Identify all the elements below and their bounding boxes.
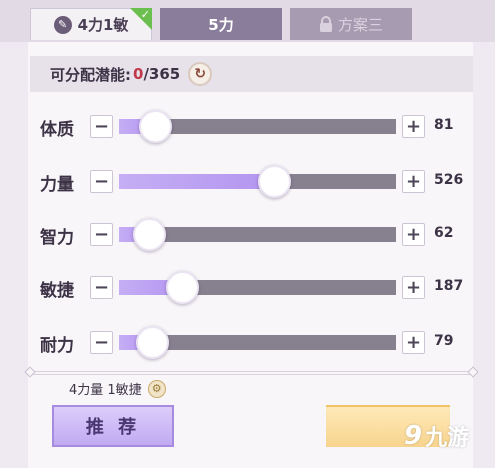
slider-handle[interactable] [166, 271, 200, 304]
stat-row-endurance: 耐力 − + 79 [0, 322, 495, 362]
tab-label: 4力1敏 [77, 16, 129, 34]
stat-value: 81 [434, 117, 454, 133]
stat-row-agility: 敏捷 − + 187 [0, 267, 495, 307]
available-points-bar: 可分配潜能: 0 /365 ↻ [30, 56, 473, 92]
stat-name: 力量 [40, 175, 74, 195]
scheme-tab-bar: ✎ 4力1敏 ✓ 5力 方案三 [0, 0, 495, 42]
reset-icon[interactable]: ↻ [188, 62, 213, 86]
tab-scheme-2[interactable]: 5力 [160, 8, 282, 40]
decrease-button[interactable]: − [90, 276, 113, 299]
decrease-button[interactable]: − [90, 223, 113, 246]
divider [24, 366, 479, 378]
lock-icon [319, 16, 333, 32]
increase-button[interactable]: + [402, 331, 425, 354]
summary-text: 4力量 1敏捷 [69, 383, 142, 398]
watermark-logo: 9 [404, 421, 423, 451]
tab-label: 方案三 [337, 15, 383, 34]
increase-button[interactable]: + [402, 223, 425, 246]
allocation-summary: 4力量 1敏捷 ⚙ [69, 379, 166, 398]
stat-row-intelligence: 智力 − + 62 [0, 214, 495, 254]
stat-name: 耐力 [40, 336, 74, 356]
stat-slider[interactable] [119, 218, 396, 251]
watermark: 9 九游 [404, 420, 469, 452]
recommend-button[interactable]: 推 荐 [52, 405, 174, 447]
slider-handle[interactable] [257, 165, 291, 198]
slider-handle[interactable] [138, 110, 172, 143]
decrease-button[interactable]: − [90, 115, 113, 138]
stat-name: 体质 [40, 120, 74, 140]
stat-slider[interactable] [119, 110, 396, 143]
slider-fill [119, 174, 275, 189]
stat-name: 智力 [40, 228, 74, 248]
watermark-text: 九游 [425, 426, 470, 451]
increase-button[interactable]: + [402, 170, 425, 193]
stat-value: 62 [434, 225, 454, 241]
increase-button[interactable]: + [402, 276, 425, 299]
stat-value: 187 [434, 278, 464, 294]
stat-value: 79 [434, 333, 454, 349]
gear-icon[interactable]: ⚙ [147, 379, 166, 398]
points-label: 可分配潜能: [50, 65, 131, 84]
brush-icon: ✎ [53, 15, 72, 34]
stat-value: 526 [434, 172, 464, 188]
check-icon: ✓ [140, 8, 150, 21]
stat-slider[interactable] [119, 271, 396, 304]
decrease-button[interactable]: − [90, 170, 113, 193]
slider-handle[interactable] [132, 218, 166, 251]
tab-scheme-3[interactable]: 方案三 [290, 8, 412, 40]
tab-label: 5力 [208, 15, 234, 34]
stat-slider[interactable] [119, 165, 396, 198]
points-used: 0 [133, 65, 144, 83]
tab-scheme-1[interactable]: ✎ 4力1敏 ✓ [30, 8, 152, 40]
slider-handle[interactable] [135, 326, 169, 359]
stat-name: 敏捷 [40, 281, 74, 301]
stat-slider[interactable] [119, 326, 396, 359]
decrease-button[interactable]: − [90, 331, 113, 354]
stat-row-constitution: 体质 − + 81 [0, 106, 495, 146]
points-total: /365 [143, 65, 181, 83]
stat-row-strength: 力量 − + 526 [0, 161, 495, 201]
increase-button[interactable]: + [402, 115, 425, 138]
